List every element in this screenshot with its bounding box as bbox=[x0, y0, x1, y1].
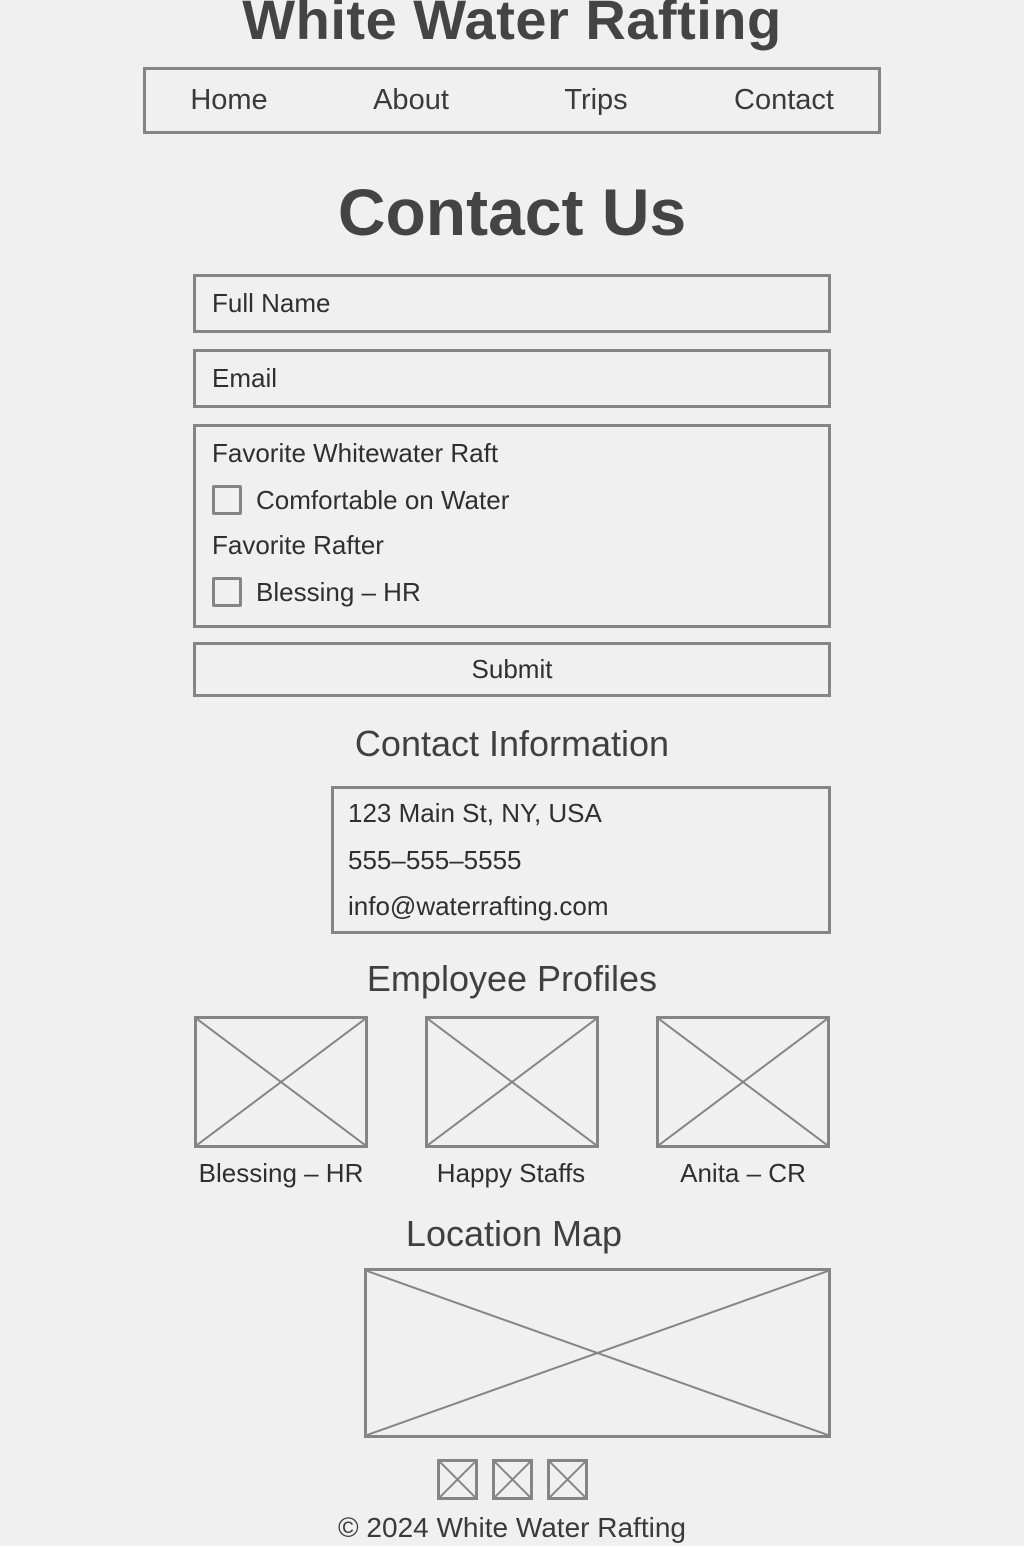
social-icon[interactable] bbox=[437, 1459, 478, 1500]
favorite-rafter-label: Favorite Rafter bbox=[212, 530, 384, 560]
employee-caption: Blessing – HR bbox=[198, 1158, 364, 1188]
blessing-hr-option[interactable]: Blessing – HR bbox=[212, 575, 421, 609]
location-map-placeholder[interactable] bbox=[364, 1268, 831, 1438]
full-name-input[interactable]: Full Name bbox=[193, 274, 831, 333]
contact-information-box: 123 Main St, NY, USA 555–555–5555 info@w… bbox=[331, 786, 831, 934]
social-icon[interactable] bbox=[492, 1459, 533, 1500]
comfortable-on-water-label: Comfortable on Water bbox=[256, 484, 510, 515]
employee-profiles-heading: Employee Profiles bbox=[366, 958, 658, 999]
footer-copyright: © 2024 White Water Rafting bbox=[338, 1512, 686, 1543]
employee-photo-placeholder bbox=[194, 1016, 368, 1148]
nav-item-about[interactable]: About bbox=[346, 70, 476, 131]
nav-item-home[interactable]: Home bbox=[164, 70, 294, 131]
employee-photo-placeholder bbox=[656, 1016, 830, 1148]
nav-item-trips[interactable]: Trips bbox=[531, 70, 661, 131]
blessing-hr-label: Blessing – HR bbox=[256, 576, 421, 607]
employee-photo-placeholder bbox=[425, 1016, 599, 1148]
contact-email-link[interactable]: info@waterrafting.com bbox=[348, 889, 609, 923]
employee-caption: Happy Staffs bbox=[436, 1158, 586, 1188]
page-title: Contact Us bbox=[337, 175, 687, 249]
email-input[interactable]: Email bbox=[193, 349, 831, 408]
comfortable-on-water-option[interactable]: Comfortable on Water bbox=[212, 483, 509, 517]
blessing-hr-checkbox[interactable] bbox=[212, 577, 242, 607]
location-map-heading: Location Map bbox=[405, 1213, 623, 1254]
employee-caption: Anita – CR bbox=[680, 1158, 806, 1188]
preferences-group: Favorite Whitewater Raft Comfortable on … bbox=[193, 424, 831, 628]
comfortable-on-water-checkbox[interactable] bbox=[212, 485, 242, 515]
social-icon[interactable] bbox=[547, 1459, 588, 1500]
nav-item-contact[interactable]: Contact bbox=[714, 70, 854, 131]
favorite-raft-label: Favorite Whitewater Raft bbox=[212, 438, 499, 468]
contact-phone: 555–555–5555 bbox=[348, 845, 522, 875]
contact-information-heading: Contact Information bbox=[354, 723, 670, 764]
submit-button[interactable]: Submit bbox=[193, 642, 831, 697]
contact-address: 123 Main St, NY, USA bbox=[348, 798, 602, 828]
main-nav: Home About Trips Contact bbox=[143, 67, 881, 134]
site-title: White Water Rafting bbox=[242, 0, 782, 51]
